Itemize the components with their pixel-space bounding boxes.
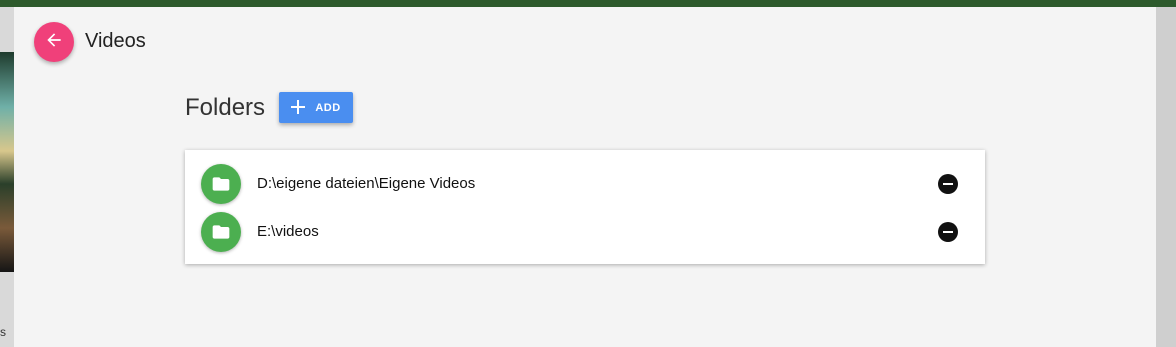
background-thumbnail: [0, 52, 14, 272]
remove-circle-icon: [943, 183, 953, 185]
folder-path: D:\eigene dateien\Eigene Videos: [257, 175, 476, 192]
background-app-right: [1156, 7, 1176, 347]
list-item: D:\eigene dateien\Eigene Videos: [185, 160, 985, 208]
window-top-bar: [0, 0, 1176, 7]
plus-icon: [291, 98, 306, 118]
background-app: s: [0, 7, 14, 347]
back-button[interactable]: [34, 22, 74, 62]
folder-list: D:\eigene dateien\Eigene Videos E:\video…: [185, 150, 985, 264]
remove-folder-button[interactable]: [938, 222, 958, 242]
folders-heading: Folders: [185, 94, 266, 121]
page-title: Videos: [85, 30, 146, 52]
list-item: E:\videos: [185, 208, 985, 256]
remove-folder-button[interactable]: [938, 174, 958, 194]
arrow-left-icon: [44, 30, 64, 55]
remove-circle-icon: [943, 231, 953, 233]
add-folder-button[interactable]: ADD: [279, 92, 353, 123]
settings-dialog: Videos Folders ADD D:\eigene dateien\Eig…: [14, 7, 1156, 347]
folder-icon: [201, 164, 241, 204]
folder-path: E:\videos: [257, 223, 319, 240]
add-button-label: ADD: [315, 101, 341, 114]
folder-icon: [201, 212, 241, 252]
background-text: s: [0, 325, 6, 339]
